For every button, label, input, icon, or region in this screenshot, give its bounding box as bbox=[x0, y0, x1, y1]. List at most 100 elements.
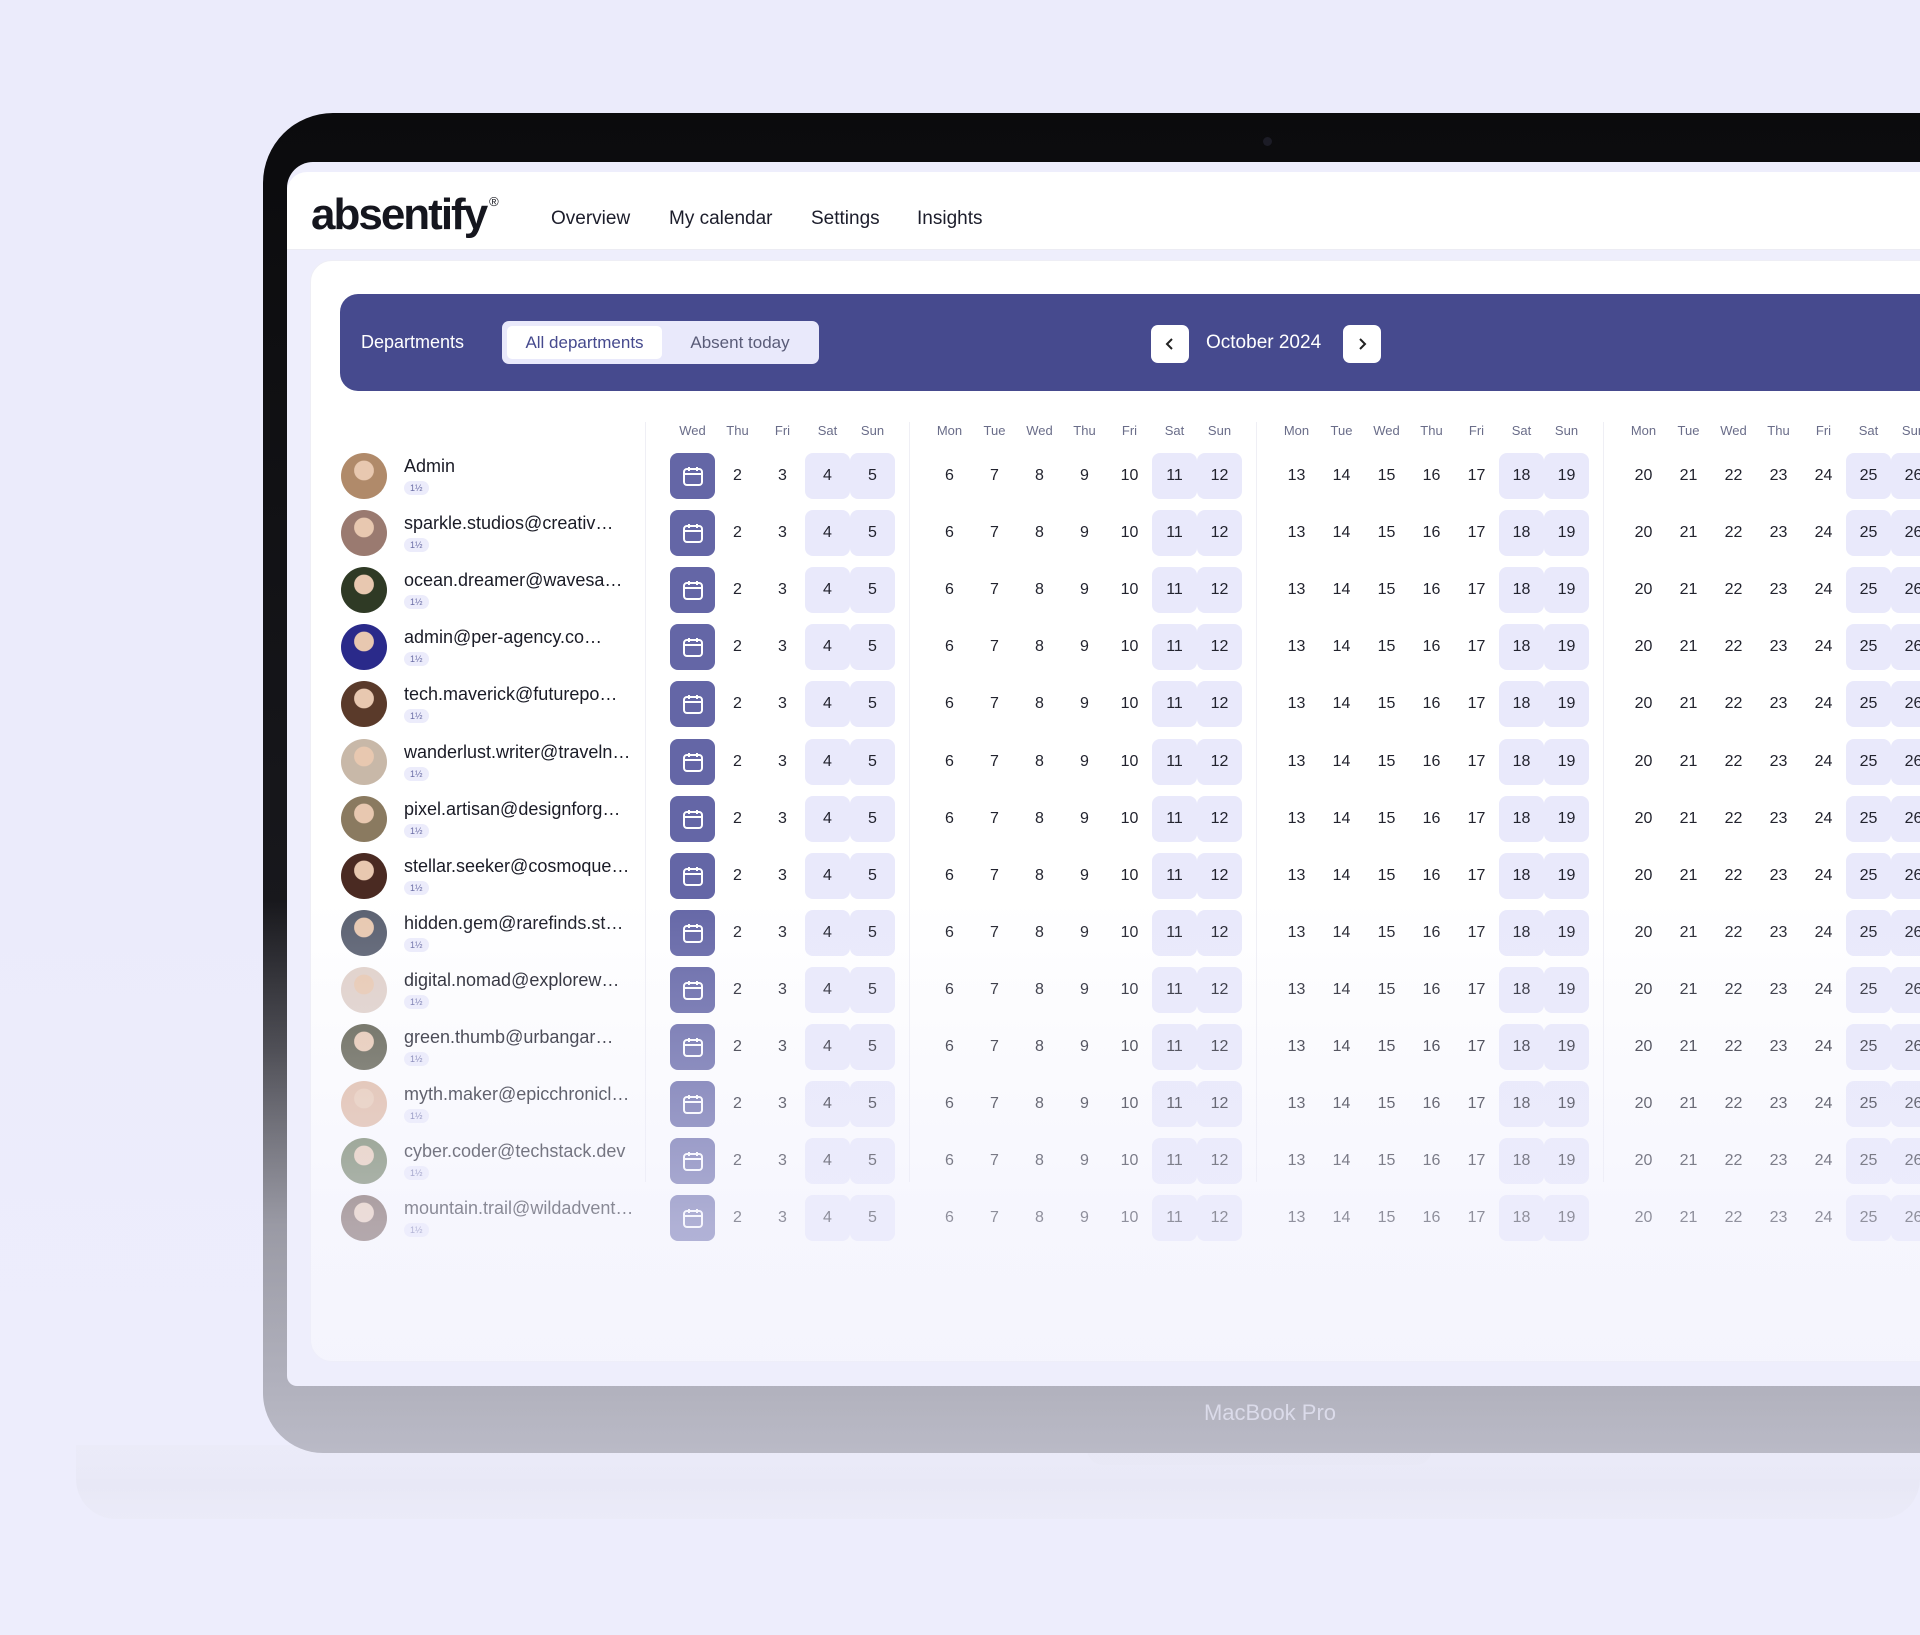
day-cell[interactable]: 21 bbox=[1666, 796, 1711, 842]
day-cell[interactable]: 18 bbox=[1499, 453, 1544, 499]
day-cell[interactable]: 18 bbox=[1499, 1081, 1544, 1128]
day-cell[interactable]: 10 bbox=[1107, 1024, 1152, 1070]
day-cell[interactable]: 8 bbox=[1017, 853, 1062, 899]
day-cell[interactable]: 9 bbox=[1062, 853, 1107, 899]
day-cell[interactable]: 20 bbox=[1621, 967, 1666, 1013]
nav-insights[interactable]: Insights bbox=[917, 208, 982, 230]
day-cell[interactable]: 12 bbox=[1197, 453, 1242, 499]
day-cell[interactable]: 25 bbox=[1846, 567, 1891, 614]
day-cell[interactable]: 10 bbox=[1107, 510, 1152, 556]
day-cell[interactable]: 11 bbox=[1152, 738, 1197, 785]
day-cell[interactable]: 10 bbox=[1107, 453, 1152, 499]
day-cell[interactable]: 12 bbox=[1197, 852, 1242, 899]
day-cell[interactable]: 9 bbox=[1062, 796, 1107, 842]
user-name[interactable]: cyber.coder@techstack.dev bbox=[404, 1141, 625, 1162]
day-cell[interactable]: 10 bbox=[1107, 1195, 1152, 1241]
day-cell[interactable]: 3 bbox=[760, 853, 805, 899]
day-cell[interactable]: 25 bbox=[1846, 738, 1891, 785]
day-cell[interactable]: 8 bbox=[1017, 1138, 1062, 1184]
day-cell[interactable]: 20 bbox=[1621, 910, 1666, 956]
day-cell[interactable]: 23 bbox=[1756, 453, 1801, 499]
day-cell[interactable]: 17 bbox=[1454, 967, 1499, 1013]
day-cell[interactable]: 14 bbox=[1319, 453, 1364, 499]
user-name[interactable]: green.thumb@urbangar… bbox=[404, 1027, 613, 1048]
nav-settings[interactable]: Settings bbox=[811, 208, 880, 230]
day-cell[interactable]: 4 bbox=[805, 738, 850, 785]
day-cell[interactable]: 15 bbox=[1364, 853, 1409, 899]
day-cell[interactable]: 15 bbox=[1364, 1138, 1409, 1184]
day-cell[interactable]: 23 bbox=[1756, 796, 1801, 842]
today-cell[interactable] bbox=[670, 795, 715, 842]
day-cell[interactable]: 6 bbox=[927, 453, 972, 499]
day-cell[interactable]: 11 bbox=[1152, 453, 1197, 499]
day-cell[interactable]: 13 bbox=[1274, 1195, 1319, 1241]
user-name[interactable]: myth.maker@epicchronicl… bbox=[404, 1084, 629, 1105]
day-cell[interactable]: 13 bbox=[1274, 681, 1319, 727]
day-cell[interactable]: 13 bbox=[1274, 1081, 1319, 1127]
day-cell[interactable]: 15 bbox=[1364, 1195, 1409, 1241]
day-cell[interactable]: 8 bbox=[1017, 510, 1062, 556]
today-cell[interactable] bbox=[670, 738, 715, 785]
day-cell[interactable]: 21 bbox=[1666, 1081, 1711, 1127]
day-cell[interactable]: 11 bbox=[1152, 1195, 1197, 1242]
day-cell[interactable]: 3 bbox=[760, 967, 805, 1013]
day-cell[interactable]: 22 bbox=[1711, 1138, 1756, 1184]
day-cell[interactable]: 26 bbox=[1891, 624, 1920, 671]
day-cell[interactable]: 15 bbox=[1364, 1081, 1409, 1127]
day-cell[interactable]: 4 bbox=[805, 510, 850, 557]
day-cell[interactable]: 14 bbox=[1319, 567, 1364, 613]
day-cell[interactable]: 20 bbox=[1621, 796, 1666, 842]
day-cell[interactable]: 17 bbox=[1454, 624, 1499, 670]
logo[interactable]: absentify ® bbox=[311, 190, 499, 240]
day-cell[interactable]: 10 bbox=[1107, 1138, 1152, 1184]
day-cell[interactable]: 26 bbox=[1891, 1081, 1920, 1128]
day-cell[interactable]: 22 bbox=[1711, 567, 1756, 613]
day-cell[interactable]: 26 bbox=[1891, 795, 1920, 842]
day-cell[interactable]: 19 bbox=[1544, 738, 1589, 785]
day-cell[interactable]: 9 bbox=[1062, 1195, 1107, 1241]
day-cell[interactable]: 23 bbox=[1756, 739, 1801, 785]
day-cell[interactable]: 3 bbox=[760, 681, 805, 727]
day-cell[interactable]: 21 bbox=[1666, 567, 1711, 613]
day-cell[interactable]: 25 bbox=[1846, 1138, 1891, 1185]
day-cell[interactable]: 21 bbox=[1666, 624, 1711, 670]
day-cell[interactable]: 18 bbox=[1499, 909, 1544, 956]
day-cell[interactable]: 18 bbox=[1499, 567, 1544, 614]
day-cell[interactable]: 8 bbox=[1017, 624, 1062, 670]
day-cell[interactable]: 5 bbox=[850, 1138, 895, 1185]
day-cell[interactable]: 3 bbox=[760, 739, 805, 785]
day-cell[interactable]: 4 bbox=[805, 852, 850, 899]
day-cell[interactable]: 8 bbox=[1017, 1195, 1062, 1241]
today-cell[interactable] bbox=[670, 567, 715, 614]
day-cell[interactable]: 26 bbox=[1891, 738, 1920, 785]
day-cell[interactable]: 17 bbox=[1454, 739, 1499, 785]
day-cell[interactable]: 24 bbox=[1801, 510, 1846, 556]
day-cell[interactable]: 25 bbox=[1846, 453, 1891, 499]
day-cell[interactable]: 6 bbox=[927, 567, 972, 613]
day-cell[interactable]: 6 bbox=[927, 910, 972, 956]
day-cell[interactable]: 16 bbox=[1409, 1138, 1454, 1184]
day-cell[interactable]: 17 bbox=[1454, 1081, 1499, 1127]
day-cell[interactable]: 6 bbox=[927, 853, 972, 899]
day-cell[interactable]: 20 bbox=[1621, 1024, 1666, 1070]
day-cell[interactable]: 26 bbox=[1891, 1138, 1920, 1185]
day-cell[interactable]: 22 bbox=[1711, 453, 1756, 499]
day-cell[interactable]: 13 bbox=[1274, 739, 1319, 785]
day-cell[interactable]: 3 bbox=[760, 1081, 805, 1127]
day-cell[interactable]: 23 bbox=[1756, 624, 1801, 670]
day-cell[interactable]: 14 bbox=[1319, 510, 1364, 556]
day-cell[interactable]: 12 bbox=[1197, 510, 1242, 557]
day-cell[interactable]: 4 bbox=[805, 1138, 850, 1185]
day-cell[interactable]: 8 bbox=[1017, 453, 1062, 499]
day-cell[interactable]: 21 bbox=[1666, 967, 1711, 1013]
day-cell[interactable]: 3 bbox=[760, 453, 805, 499]
day-cell[interactable]: 15 bbox=[1364, 739, 1409, 785]
day-cell[interactable]: 2 bbox=[715, 1081, 760, 1127]
day-cell[interactable]: 6 bbox=[927, 1195, 972, 1241]
day-cell[interactable]: 5 bbox=[850, 909, 895, 956]
day-cell[interactable]: 15 bbox=[1364, 681, 1409, 727]
day-cell[interactable]: 18 bbox=[1499, 681, 1544, 728]
day-cell[interactable]: 20 bbox=[1621, 681, 1666, 727]
day-cell[interactable]: 22 bbox=[1711, 910, 1756, 956]
day-cell[interactable]: 23 bbox=[1756, 853, 1801, 899]
